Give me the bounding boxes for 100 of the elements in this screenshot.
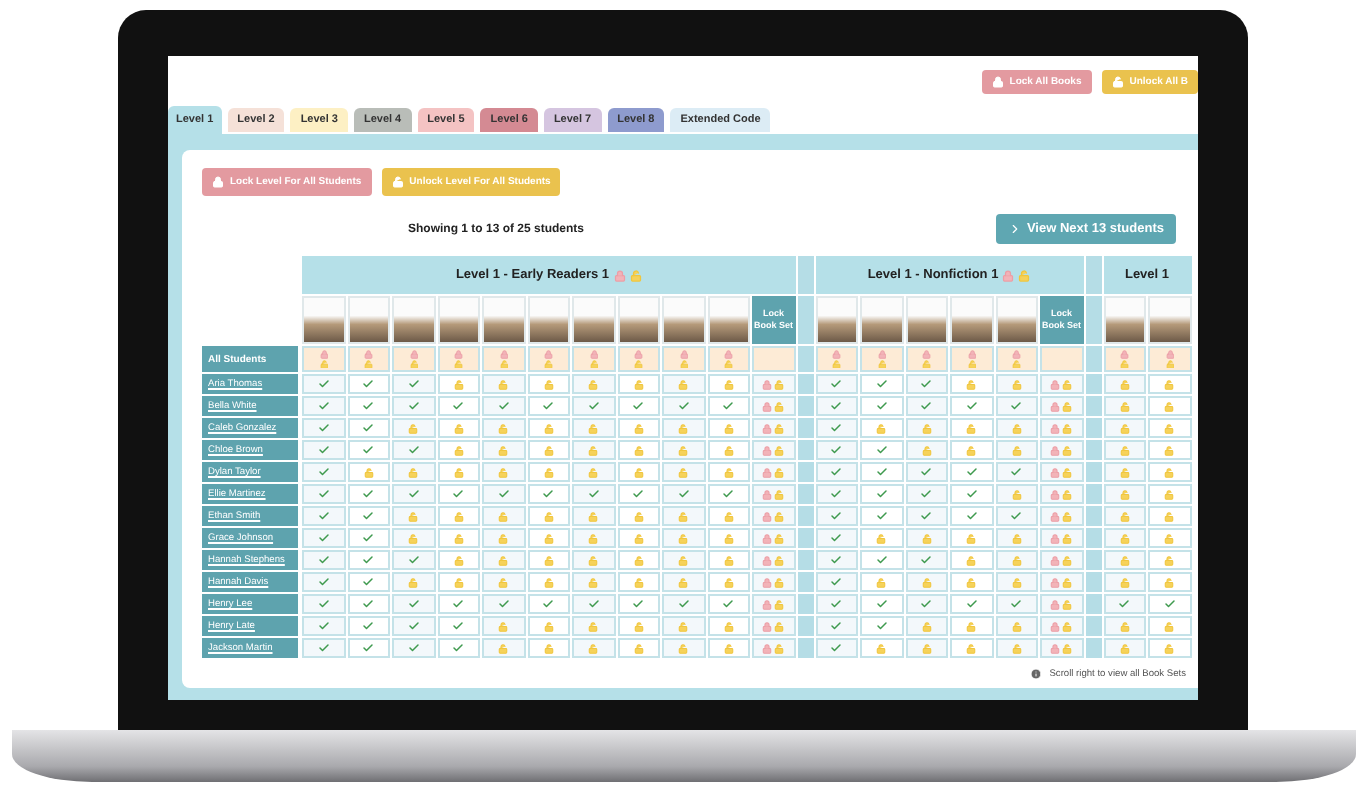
- book-status-cell[interactable]: [815, 638, 858, 658]
- book-status-cell[interactable]: [905, 638, 948, 658]
- book-status-cell[interactable]: [815, 506, 858, 526]
- book-status-cell[interactable]: [950, 374, 993, 394]
- book-status-cell[interactable]: [995, 462, 1038, 482]
- book-cover-placeholder[interactable]: [437, 296, 480, 344]
- book-status-cell[interactable]: [302, 462, 345, 482]
- book-status-cell[interactable]: [617, 528, 660, 548]
- book-status-cell[interactable]: [437, 616, 480, 636]
- book-status-cell[interactable]: [302, 440, 345, 460]
- book-status-cell[interactable]: [392, 418, 435, 438]
- book-status-cell[interactable]: [437, 440, 480, 460]
- book-status-cell[interactable]: [572, 594, 615, 614]
- book-status-cell[interactable]: [1103, 484, 1146, 504]
- book-status-cell[interactable]: [995, 396, 1038, 416]
- book-status-cell[interactable]: [1103, 638, 1146, 658]
- book-status-cell[interactable]: [950, 440, 993, 460]
- book-status-cell[interactable]: [572, 440, 615, 460]
- book-status-cell[interactable]: [572, 572, 615, 592]
- book-status-cell[interactable]: [995, 528, 1038, 548]
- book-status-cell[interactable]: [1103, 462, 1146, 482]
- book-status-cell[interactable]: [995, 374, 1038, 394]
- book-status-cell[interactable]: [572, 550, 615, 570]
- book-status-cell[interactable]: [392, 462, 435, 482]
- book-status-cell[interactable]: [707, 528, 750, 548]
- all-students-lock-cell[interactable]: [860, 346, 903, 372]
- all-students-lock-cell[interactable]: [347, 346, 390, 372]
- book-status-cell[interactable]: [860, 374, 903, 394]
- book-status-cell[interactable]: [950, 616, 993, 636]
- book-status-cell[interactable]: [437, 550, 480, 570]
- book-status-cell[interactable]: [572, 374, 615, 394]
- book-status-cell[interactable]: [392, 506, 435, 526]
- book-status-cell[interactable]: [860, 528, 903, 548]
- book-status-cell[interactable]: [707, 374, 750, 394]
- all-students-lock-cell[interactable]: [527, 346, 570, 372]
- book-status-cell[interactable]: [1103, 506, 1146, 526]
- book-status-cell[interactable]: [347, 418, 390, 438]
- book-status-cell[interactable]: [527, 374, 570, 394]
- book-status-cell[interactable]: [347, 572, 390, 592]
- all-students-lock-cell[interactable]: [437, 346, 480, 372]
- book-status-cell[interactable]: [815, 440, 858, 460]
- book-status-cell[interactable]: [905, 374, 948, 394]
- book-status-cell[interactable]: [482, 616, 525, 636]
- book-status-cell[interactable]: [950, 462, 993, 482]
- book-status-cell[interactable]: [662, 528, 705, 548]
- book-status-cell[interactable]: [437, 462, 480, 482]
- book-status-cell[interactable]: [347, 484, 390, 504]
- book-status-cell[interactable]: [1103, 440, 1146, 460]
- all-students-lock-cell[interactable]: [995, 346, 1038, 372]
- book-status-cell[interactable]: [392, 440, 435, 460]
- book-status-cell[interactable]: [302, 550, 345, 570]
- book-status-cell[interactable]: [1148, 462, 1191, 482]
- book-status-cell[interactable]: [437, 484, 480, 504]
- book-status-cell[interactable]: [950, 528, 993, 548]
- book-status-cell[interactable]: [527, 396, 570, 416]
- book-status-cell[interactable]: [905, 616, 948, 636]
- book-status-cell[interactable]: [1103, 616, 1146, 636]
- book-status-cell[interactable]: [905, 440, 948, 460]
- book-status-cell[interactable]: [527, 572, 570, 592]
- book-status-cell[interactable]: [662, 396, 705, 416]
- book-status-cell[interactable]: [905, 594, 948, 614]
- lock-set-cell[interactable]: [752, 396, 795, 416]
- book-status-cell[interactable]: [527, 550, 570, 570]
- lock-set-cell[interactable]: [752, 462, 795, 482]
- book-status-cell[interactable]: [437, 506, 480, 526]
- book-cover-placeholder[interactable]: [572, 296, 615, 344]
- book-status-cell[interactable]: [527, 594, 570, 614]
- book-status-cell[interactable]: [860, 440, 903, 460]
- book-status-cell[interactable]: [302, 374, 345, 394]
- book-status-cell[interactable]: [662, 506, 705, 526]
- book-cover-placeholder[interactable]: [662, 296, 705, 344]
- book-status-cell[interactable]: [347, 396, 390, 416]
- book-status-cell[interactable]: [905, 528, 948, 548]
- book-status-cell[interactable]: [950, 396, 993, 416]
- book-status-cell[interactable]: [950, 484, 993, 504]
- book-status-cell[interactable]: [482, 572, 525, 592]
- book-status-cell[interactable]: [662, 616, 705, 636]
- book-status-cell[interactable]: [707, 418, 750, 438]
- book-status-cell[interactable]: [437, 374, 480, 394]
- book-cover-placeholder[interactable]: [392, 296, 435, 344]
- book-status-cell[interactable]: [1148, 594, 1191, 614]
- book-status-cell[interactable]: [437, 638, 480, 658]
- book-status-cell[interactable]: [347, 528, 390, 548]
- book-status-cell[interactable]: [950, 506, 993, 526]
- book-status-cell[interactable]: [662, 550, 705, 570]
- lock-set-cell[interactable]: [1040, 440, 1083, 460]
- book-status-cell[interactable]: [482, 484, 525, 504]
- book-status-cell[interactable]: [572, 616, 615, 636]
- all-students-lock-cell[interactable]: [302, 346, 345, 372]
- lock-set-cell[interactable]: [752, 528, 795, 548]
- book-status-cell[interactable]: [860, 594, 903, 614]
- lock-set-cell[interactable]: [752, 440, 795, 460]
- book-cover-placeholder[interactable]: [482, 296, 525, 344]
- book-status-cell[interactable]: [617, 418, 660, 438]
- book-cover-placeholder[interactable]: [905, 296, 948, 344]
- book-status-cell[interactable]: [995, 572, 1038, 592]
- book-status-cell[interactable]: [707, 638, 750, 658]
- book-status-cell[interactable]: [1148, 638, 1191, 658]
- book-status-cell[interactable]: [482, 374, 525, 394]
- book-status-cell[interactable]: [662, 572, 705, 592]
